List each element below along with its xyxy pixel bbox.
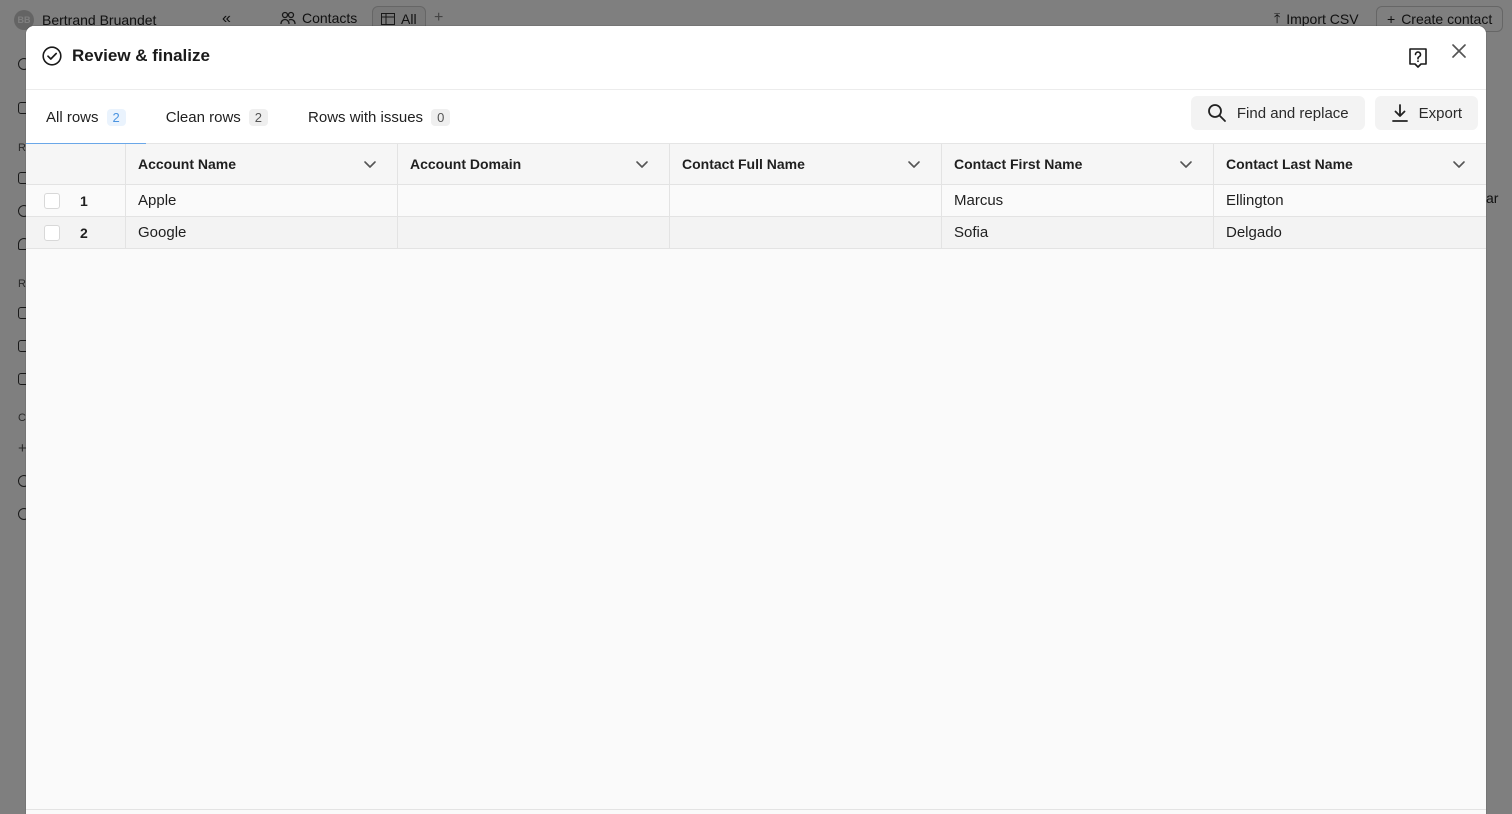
tab-count-badge: 2: [248, 108, 269, 126]
row-index-cell: 2: [26, 217, 126, 248]
chevron-down-icon[interactable]: [363, 157, 377, 171]
table-cell-account-domain[interactable]: [398, 217, 670, 248]
column-header-label: Contact Full Name: [682, 156, 805, 172]
search-icon: [1207, 104, 1226, 122]
modal-title-text: Review & finalize: [72, 46, 210, 65]
table-cell-account-name[interactable]: Google: [126, 217, 398, 248]
row-checkbox[interactable]: [44, 224, 60, 241]
row-filter-tabs: All rows 2 Clean rows 2 Rows with issues…: [26, 90, 470, 145]
column-header-label: Account Domain: [410, 156, 522, 172]
column-header-label: Contact First Name: [954, 156, 1083, 172]
tab-rows-with-issues[interactable]: Rows with issues 0: [288, 90, 470, 144]
chevron-down-icon[interactable]: [1452, 157, 1466, 171]
table-row: 1 Apple Marcus Ellington: [26, 185, 1486, 217]
find-and-replace-label: Find and replace: [1236, 104, 1349, 122]
column-header-contact-first-name[interactable]: Contact First Name: [942, 144, 1214, 184]
chevron-down-icon[interactable]: [635, 157, 649, 171]
row-index-cell: 1: [26, 185, 126, 216]
table-cell-account-domain[interactable]: [398, 185, 670, 216]
table-cell-account-name[interactable]: Apple: [126, 185, 398, 216]
modal-title: Review & finalize: [42, 46, 210, 66]
column-header-contact-last-name[interactable]: Contact Last Name: [1214, 144, 1486, 184]
tab-label: Clean rows: [165, 108, 241, 126]
table-cell-contact-full-name[interactable]: [670, 185, 942, 216]
tab-clean-rows[interactable]: Clean rows 2: [146, 90, 288, 144]
toolbar-actions: Find and replace Export: [1190, 96, 1478, 130]
modal-footer-divider: [26, 809, 1486, 810]
chevron-down-icon[interactable]: [907, 157, 921, 171]
row-number: 1: [80, 192, 88, 209]
tab-count-badge: 0: [431, 108, 451, 126]
table-cell-contact-full-name[interactable]: [670, 217, 942, 248]
row-number: 2: [80, 224, 88, 241]
tab-label: All rows: [46, 108, 99, 126]
tab-count-badge: 2: [106, 108, 126, 126]
table-row: 2 Google Sofia Delgado: [26, 217, 1486, 249]
column-header-label: Contact Last Name: [1226, 156, 1353, 172]
table-cell-contact-last-name[interactable]: Delgado: [1214, 217, 1486, 248]
column-header-contact-full-name[interactable]: Contact Full Name: [670, 144, 942, 184]
export-button[interactable]: Export: [1374, 96, 1478, 130]
review-modal: Review & finalize All rows 2 Clean rows …: [26, 26, 1486, 814]
close-icon: [1452, 44, 1466, 58]
modal-toolbar: All rows 2 Clean rows 2 Rows with issues…: [26, 90, 1486, 145]
row-checkbox[interactable]: [44, 192, 60, 209]
table-cell-contact-last-name[interactable]: Ellington: [1214, 185, 1486, 216]
tab-label: Rows with issues: [308, 108, 424, 126]
find-and-replace-button[interactable]: Find and replace: [1190, 96, 1365, 130]
check-circle-icon: [42, 46, 62, 66]
column-header-account-domain[interactable]: Account Domain: [398, 144, 670, 184]
chevron-down-icon[interactable]: [1179, 157, 1193, 171]
close-button[interactable]: [1448, 40, 1470, 62]
table-header-row: Account Name Account Domain Contact Full…: [26, 144, 1486, 185]
table-cell-contact-first-name[interactable]: Sofia: [942, 217, 1214, 248]
modal-header: Review & finalize: [26, 26, 1486, 90]
header-index-cell: [26, 144, 126, 184]
download-icon: [1391, 104, 1408, 122]
column-header-label: Account Name: [138, 156, 237, 172]
table-cell-contact-first-name[interactable]: Marcus: [942, 185, 1214, 216]
tab-all-rows[interactable]: All rows 2: [26, 90, 146, 145]
help-icon: [1409, 48, 1427, 68]
review-table: Account Name Account Domain Contact Full…: [26, 144, 1486, 249]
help-button[interactable]: [1406, 46, 1430, 70]
export-label: Export: [1418, 104, 1462, 122]
column-header-account-name[interactable]: Account Name: [126, 144, 398, 184]
